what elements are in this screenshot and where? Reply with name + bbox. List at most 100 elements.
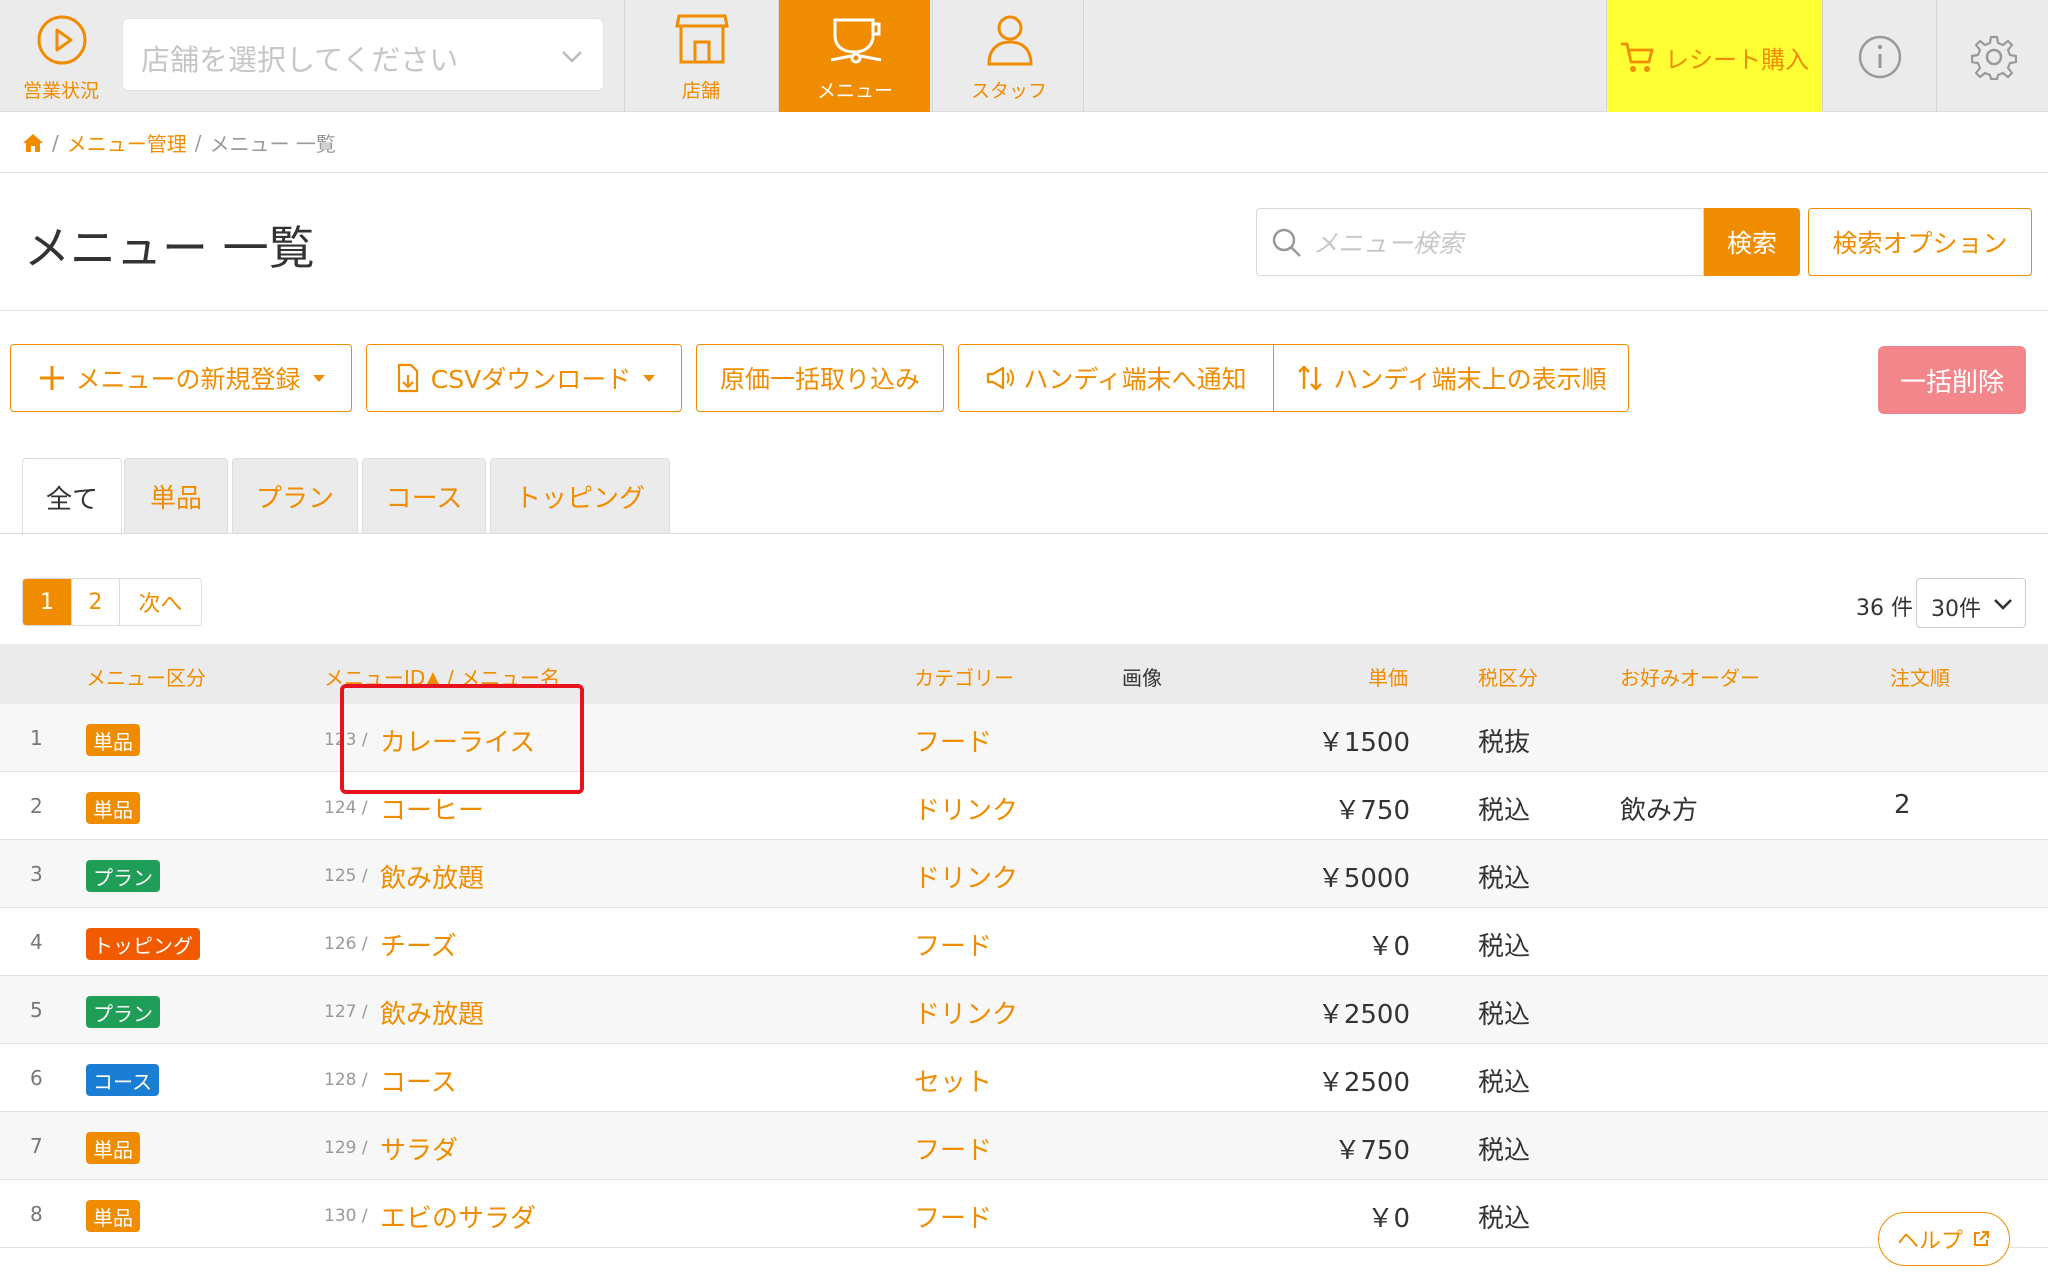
handy-display-order-button[interactable]: ハンディ端末上の表示順: [1273, 344, 1629, 412]
menu-search-box: [1256, 208, 1704, 276]
category-link[interactable]: フード: [914, 926, 992, 963]
unit-price: ￥0: [1367, 1204, 1410, 1234]
shop-select-placeholder: 店舗を選択してください: [141, 43, 459, 77]
gear-icon: [1971, 35, 2017, 80]
col-category-header[interactable]: カテゴリー: [914, 662, 1014, 691]
breadcrumb-menu-management[interactable]: メニュー管理: [67, 128, 187, 157]
new-menu-label: メニューの新規登録: [75, 365, 301, 394]
col-price-header[interactable]: 単価: [1368, 662, 1408, 691]
table-row[interactable]: 5 プラン 127 / 飲み放題 ドリンク ￥2500 税込: [0, 976, 2048, 1044]
category-link[interactable]: フード: [914, 722, 992, 759]
nav-tab-store-label: 店舗: [681, 80, 720, 102]
divider: [0, 310, 2048, 311]
tab-plan[interactable]: プラン: [232, 458, 358, 534]
row-number: 8: [30, 1202, 43, 1226]
col-kind-header[interactable]: メニュー区分: [86, 662, 206, 691]
page-1-button[interactable]: 1: [23, 579, 71, 625]
col-preference-header[interactable]: お好みオーダー: [1620, 662, 1760, 691]
nav-tab-staff[interactable]: スタッフ: [932, 0, 1084, 112]
col-image-header: 画像: [1122, 666, 1162, 690]
receipt-purchase-button[interactable]: レシート購入: [1606, 0, 1822, 112]
table-row[interactable]: 2 単品 124 / コーヒー ドリンク ￥750 税込 飲み方 2: [0, 772, 2048, 840]
chevron-down-icon: [1994, 599, 2012, 610]
category-link[interactable]: セット: [914, 1062, 992, 1099]
col-tax-header[interactable]: 税区分: [1478, 662, 1538, 691]
menu-kind-badge: トッピング: [86, 928, 200, 960]
category-link[interactable]: フード: [914, 1198, 992, 1235]
tab-all[interactable]: 全て: [22, 458, 122, 535]
row-number: 7: [30, 1134, 43, 1158]
next-page-button[interactable]: 次へ: [119, 579, 201, 625]
settings-button[interactable]: [1936, 0, 2048, 112]
menu-name-link[interactable]: エビのサラダ: [380, 1198, 536, 1235]
top-bar: 営業状況 店舗を選択してください 店舗 メニュー スタッフ レシート購入: [0, 0, 2048, 112]
category-link[interactable]: ドリンク: [914, 994, 1018, 1031]
tab-course[interactable]: コース: [362, 458, 486, 534]
bulk-delete-button[interactable]: 一括削除: [1878, 346, 2026, 414]
tax-type: 税抜: [1478, 728, 1531, 758]
search-button[interactable]: 検索: [1704, 208, 1800, 276]
pagination: 1 2 次へ: [22, 578, 202, 626]
col-order-header[interactable]: 注文順: [1890, 662, 1950, 691]
unit-price: ￥5000: [1317, 864, 1410, 894]
menu-name-link[interactable]: コース: [380, 1062, 457, 1099]
cup-icon: [830, 18, 882, 64]
caret-down-icon: [312, 374, 325, 382]
table-row[interactable]: 8 単品 130 / エビのサラダ フード ￥0 税込: [0, 1180, 2048, 1248]
category-link[interactable]: ドリンク: [914, 790, 1018, 827]
menu-name-link[interactable]: 飲み放題: [380, 858, 484, 895]
search-options-button[interactable]: 検索オプション: [1808, 208, 2032, 276]
notify-handy-label: ハンディ端末へ通知: [1023, 365, 1247, 394]
menu-name-link[interactable]: コーヒー: [380, 790, 484, 827]
receipt-purchase-label: レシート購入: [1665, 46, 1809, 74]
category-link[interactable]: ドリンク: [914, 858, 1018, 895]
tax-type: 税込: [1478, 1136, 1531, 1166]
business-status-button[interactable]: 営業状況: [0, 0, 122, 112]
table-row[interactable]: 7 単品 129 / サラダ フード ￥750 税込: [0, 1112, 2048, 1180]
tab-single[interactable]: 単品: [124, 458, 228, 534]
shop-select[interactable]: 店舗を選択してください: [122, 18, 604, 91]
page-2-button[interactable]: 2: [71, 579, 119, 625]
table-row[interactable]: 3 プラン 125 / 飲み放題 ドリンク ￥5000 税込: [0, 840, 2048, 908]
store-icon: [675, 14, 729, 64]
category-link[interactable]: フード: [914, 1130, 992, 1167]
info-button[interactable]: [1822, 0, 1936, 112]
menu-name-link[interactable]: サラダ: [380, 1130, 458, 1167]
new-menu-button[interactable]: メニューの新規登録: [10, 344, 352, 412]
nav-tab-store[interactable]: 店舗: [624, 0, 776, 112]
menu-id: 125 /: [324, 866, 368, 886]
menu-id: 127 /: [324, 1002, 368, 1022]
home-icon[interactable]: [22, 132, 44, 154]
menu-kind-badge: プラン: [86, 860, 160, 892]
nav-tab-menu[interactable]: メニュー: [778, 0, 930, 112]
row-number: 5: [30, 998, 43, 1022]
menu-kind-badge: 単品: [86, 724, 140, 756]
tax-type: 税込: [1478, 1000, 1531, 1030]
tax-type: 税込: [1478, 932, 1531, 962]
per-page-select[interactable]: 30件: [1916, 578, 2026, 628]
megaphone-icon: [987, 366, 1015, 390]
tab-topping[interactable]: トッピング: [490, 458, 670, 534]
total-count: 36 件: [1856, 596, 1913, 621]
table-row[interactable]: 4 トッピング 126 / チーズ フード ￥0 税込: [0, 908, 2048, 976]
notify-handy-button[interactable]: ハンディ端末へ通知: [958, 344, 1274, 412]
play-circle-icon: [37, 15, 87, 65]
file-download-icon: [397, 363, 418, 393]
menu-search-input[interactable]: [1313, 221, 1693, 265]
page-title: メニュー 一覧: [24, 221, 315, 275]
tax-type: 税込: [1478, 864, 1531, 894]
cost-import-button[interactable]: 原価一括取り込み: [696, 344, 944, 412]
info-icon: [1858, 35, 1902, 79]
menu-name-link[interactable]: チーズ: [380, 926, 457, 963]
csv-download-button[interactable]: CSVダウンロード: [366, 344, 682, 412]
table-row[interactable]: 6 コース 128 / コース セット ￥2500 税込: [0, 1044, 2048, 1112]
business-status-label: 営業状況: [22, 80, 99, 102]
breadcrumb-separator: /: [194, 130, 202, 155]
help-button[interactable]: ヘルプ: [1878, 1212, 2010, 1266]
row-number: 3: [30, 862, 43, 886]
menu-name-link[interactable]: 飲み放題: [380, 994, 484, 1031]
menu-kind-badge: 単品: [86, 1132, 140, 1164]
table-row[interactable]: 1 単品 123 /カレーライス フード ￥1500 税抜: [0, 704, 2048, 772]
breadcrumb-separator: /: [52, 130, 59, 155]
highlight-box: [340, 684, 584, 794]
